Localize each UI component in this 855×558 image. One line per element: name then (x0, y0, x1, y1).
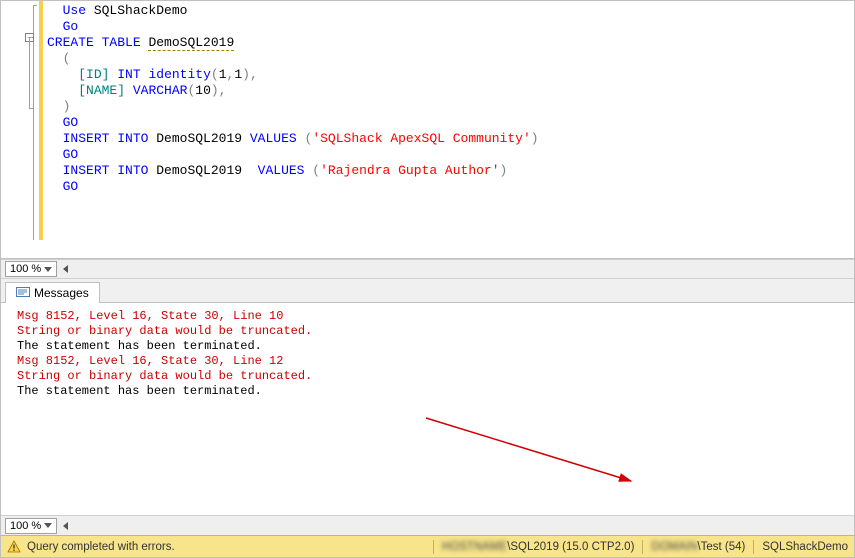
messages-icon (16, 287, 30, 299)
sql-editor-pane[interactable]: − Use SQLShackDemo GoCREATE TABLE DemoSQ… (1, 1, 854, 259)
status-bar: Query completed with errors. HOSTNAME\SQ… (1, 535, 854, 557)
message-line: Msg 8152, Level 16, State 30, Line 12 (17, 354, 844, 369)
messages-zoom-bar: 100 % (1, 515, 854, 535)
message-line: The statement has been terminated. (17, 384, 844, 399)
warning-icon (7, 540, 21, 554)
scroll-left-icon[interactable] (63, 265, 68, 273)
ssms-query-window: − Use SQLShackDemo GoCREATE TABLE DemoSQ… (0, 0, 855, 558)
change-marker (39, 1, 43, 240)
annotation-arrow-icon (421, 413, 661, 488)
zoom-select-messages[interactable]: 100 % (5, 518, 57, 534)
editor-zoom-bar: 100 % (1, 259, 854, 279)
zoom-value-messages: 100 % (10, 520, 41, 532)
editor-gutter: − (1, 1, 41, 258)
tab-messages[interactable]: Messages (5, 282, 100, 303)
status-server: HOSTNAME\SQL2019 (15.0 CTP2.0) (442, 541, 634, 553)
message-line: The statement has been terminated. (17, 339, 844, 354)
code-text[interactable]: Use SQLShackDemo GoCREATE TABLE DemoSQL2… (47, 3, 854, 195)
zoom-value: 100 % (10, 263, 41, 275)
message-line: String or binary data would be truncated… (17, 369, 844, 384)
message-line: String or binary data would be truncated… (17, 324, 844, 339)
message-line: Msg 8152, Level 16, State 30, Line 10 (17, 309, 844, 324)
results-tabstrip: Messages (1, 279, 854, 303)
messages-output[interactable]: Msg 8152, Level 16, State 30, Line 10Str… (1, 303, 854, 515)
status-user: DOMAIN\Test (54) (651, 541, 745, 553)
scroll-left-icon[interactable] (63, 522, 68, 530)
zoom-select[interactable]: 100 % (5, 261, 57, 277)
status-text: Query completed with errors. (27, 541, 175, 553)
status-database: SQLShackDemo (762, 541, 848, 553)
chevron-down-icon (44, 267, 52, 272)
chevron-down-icon (44, 523, 52, 528)
tab-label: Messages (34, 286, 89, 300)
